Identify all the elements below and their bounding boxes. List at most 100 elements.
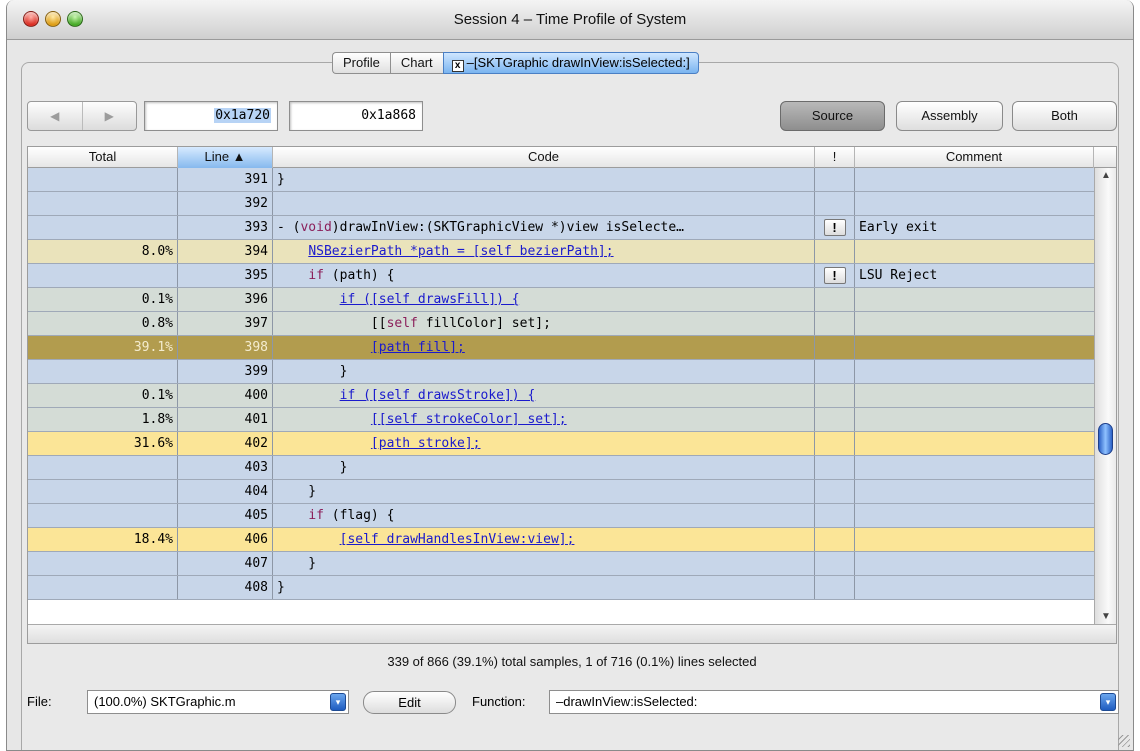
total-cell: 18.4% (28, 528, 178, 551)
tab-function-source[interactable]: x –[SKTGraphic drawInView:isSelected:] (442, 52, 699, 74)
table-header: Total Line ▲ Code ! Comment (28, 147, 1116, 168)
line-number-cell: 399 (178, 360, 273, 383)
table-row[interactable]: 8.0% 394 NSBezierPath *path = [self bezie… (28, 240, 1094, 264)
total-cell (28, 576, 178, 599)
code-link[interactable]: if ([self drawsFill]) { (340, 292, 520, 307)
alert-button[interactable]: ! (823, 267, 846, 284)
total-cell: 0.1% (28, 384, 178, 407)
table-row[interactable]: 39.1% 398 [path fill]; (28, 336, 1094, 360)
start-address-field[interactable]: 0x1a720 (144, 101, 278, 131)
code-cell (273, 192, 815, 215)
table-row[interactable]: 0.1% 400 if ([self drawsStroke]) { (28, 384, 1094, 408)
table-row[interactable]: 31.6% 402 [path stroke]; (28, 432, 1094, 456)
table-row[interactable]: 1.8% 401 [[self strokeColor] set]; (28, 408, 1094, 432)
alert-cell (815, 480, 855, 503)
comment-cell (855, 408, 1094, 431)
vertical-scrollbar[interactable]: ▲ ▼ (1094, 168, 1116, 624)
table-row[interactable]: 399 } (28, 360, 1094, 384)
function-popup[interactable]: –drawInView:isSelected: ▾ (549, 690, 1119, 714)
code-link[interactable]: [[self strokeColor] set]; (371, 412, 567, 427)
alert-cell (815, 240, 855, 263)
code-text: [[ (277, 316, 387, 331)
title-bar: Session 4 – Time Profile of System (7, 0, 1133, 40)
close-tab-icon[interactable]: x (451, 60, 464, 72)
total-cell (28, 504, 178, 527)
table-row[interactable]: 393- (void)drawInView:(SKTGraphicView *)… (28, 216, 1094, 240)
table-row[interactable]: 391} (28, 168, 1094, 192)
back-arrow-icon[interactable]: ◀ (28, 102, 83, 130)
code-text: } (277, 364, 348, 379)
resize-grip-icon[interactable] (1118, 735, 1130, 747)
table-row[interactable]: 0.8% 397 [[self fillColor] set]; (28, 312, 1094, 336)
code-keyword: void (300, 220, 332, 235)
table-row[interactable]: 0.1% 396 if ([self drawsFill]) { (28, 288, 1094, 312)
comment-cell (855, 240, 1094, 263)
code-text: (flag) { (323, 508, 395, 523)
line-number-cell: 403 (178, 456, 273, 479)
code-keyword: if (308, 268, 324, 283)
scroll-up-arrow-icon[interactable]: ▲ (1101, 170, 1111, 181)
app-window: Session 4 – Time Profile of System Profi… (6, 0, 1134, 751)
end-address-field[interactable]: 0x1a868 (289, 101, 423, 131)
code-link[interactable]: [self drawHandlesInView:view]; (340, 532, 575, 547)
alert-cell (815, 528, 855, 551)
table-row[interactable]: 395 if (path) {! LSU Reject (28, 264, 1094, 288)
scroll-down-arrow-icon[interactable]: ▼ (1101, 611, 1111, 622)
code-link[interactable]: [path fill]; (371, 340, 465, 355)
table-row[interactable]: 405 if (flag) { (28, 504, 1094, 528)
code-text: )drawInView:(SKTGraphicView *)view isSel… (331, 220, 684, 235)
file-label: File: (27, 694, 52, 709)
total-cell (28, 456, 178, 479)
alert-cell: ! (815, 264, 855, 287)
code-text: } (277, 580, 285, 595)
code-cell: [self drawHandlesInView:view]; (273, 528, 815, 551)
column-header-total[interactable]: Total (28, 147, 178, 168)
alert-cell (815, 552, 855, 575)
tab-chart[interactable]: Chart (389, 52, 443, 74)
table-row[interactable]: 407 } (28, 552, 1094, 576)
column-header-alert[interactable]: ! (815, 147, 855, 168)
table-row[interactable]: 408} (28, 576, 1094, 600)
column-header-line[interactable]: Line ▲ (178, 147, 273, 168)
code-cell: } (273, 456, 815, 479)
table-row[interactable]: 392 (28, 192, 1094, 216)
edit-button[interactable]: Edit (363, 691, 456, 714)
function-popup-value: –drawInView:isSelected: (556, 694, 698, 709)
comment-cell (855, 528, 1094, 551)
code-cell: } (273, 480, 815, 503)
assembly-view-button[interactable]: Assembly (896, 101, 1003, 131)
code-cell: [[self fillColor] set]; (273, 312, 815, 335)
forward-arrow-icon[interactable]: ▶ (83, 102, 137, 130)
column-header-comment[interactable]: Comment (855, 147, 1094, 168)
table-row[interactable]: 18.4% 406 [self drawHandlesInView:view]; (28, 528, 1094, 552)
total-cell: 0.8% (28, 312, 178, 335)
file-popup[interactable]: (100.0%) SKTGraphic.m ▾ (87, 690, 349, 714)
code-text: } (277, 556, 317, 571)
table-row[interactable]: 403 } (28, 456, 1094, 480)
both-view-button[interactable]: Both (1012, 101, 1117, 131)
code-link[interactable]: NSBezierPath *path = [self bezierPath]; (308, 244, 613, 259)
line-number-cell: 394 (178, 240, 273, 263)
column-header-code[interactable]: Code (273, 147, 815, 168)
tab-profile[interactable]: Profile (332, 52, 390, 74)
column-header-corner (1094, 147, 1116, 168)
total-cell (28, 360, 178, 383)
alert-button[interactable]: ! (823, 219, 846, 236)
line-number-cell: 392 (178, 192, 273, 215)
code-text: } (277, 172, 285, 187)
code-link[interactable]: if ([self drawsStroke]) { (340, 388, 536, 403)
code-text: } (277, 484, 317, 499)
alert-cell: ! (815, 216, 855, 239)
scroll-thumb[interactable] (1098, 423, 1113, 455)
line-number-cell: 398 (178, 336, 273, 359)
code-link[interactable]: [path stroke]; (371, 436, 481, 451)
code-cell: } (273, 552, 815, 575)
table-row[interactable]: 404 } (28, 480, 1094, 504)
source-view-button[interactable]: Source (780, 101, 885, 131)
comment-cell (855, 336, 1094, 359)
horizontal-scrollbar[interactable] (28, 624, 1116, 643)
line-number-cell: 401 (178, 408, 273, 431)
